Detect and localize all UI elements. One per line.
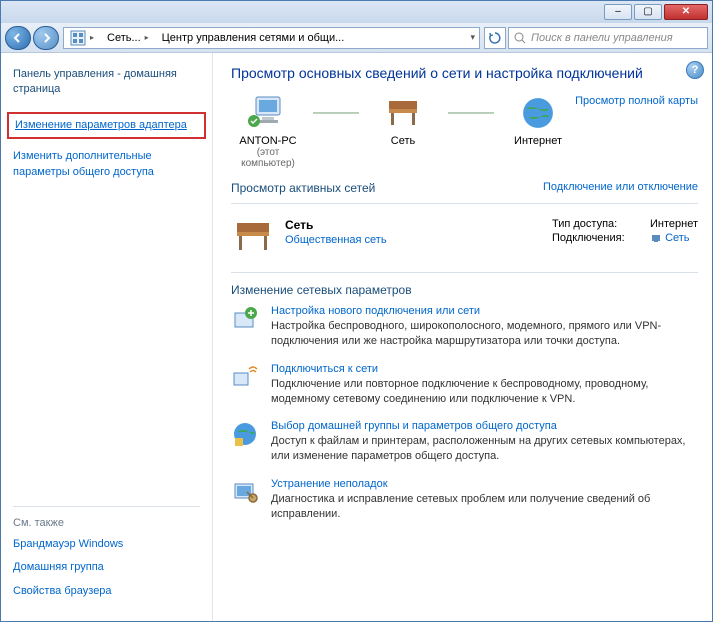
help-button[interactable]: ?	[686, 61, 704, 79]
access-type-value: Интернет	[650, 218, 698, 230]
active-network-type-link[interactable]: Общественная сеть	[285, 234, 387, 246]
address-bar[interactable]: ▸ Сеть... ▸ Центр управления сетями и об…	[63, 27, 480, 49]
section-active-networks: Подключение или отключение Просмотр акти…	[231, 181, 698, 195]
netmap-connection-line: ———	[313, 95, 358, 131]
sidebar-link-adapter-settings[interactable]: Изменение параметров адаптера	[15, 118, 198, 133]
settings-desc: Диагностика и исправление сетевых пробле…	[271, 492, 698, 522]
seealso-title: См. также	[13, 517, 200, 529]
settings-desc: Доступ к файлам и принтерам, расположенн…	[271, 434, 698, 464]
netmap-this-pc[interactable]: ANTON-PC (этот компьютер)	[231, 95, 305, 169]
netmap-connection-line: ———	[448, 95, 493, 131]
netmap-network-label: Сеть	[366, 135, 440, 147]
breadcrumb-network[interactable]: Сеть... ▸	[101, 28, 156, 48]
globe-icon	[520, 95, 556, 131]
netmap-network[interactable]: Сеть	[366, 95, 440, 147]
sidebar: Панель управления - домашняя страница Из…	[1, 53, 213, 621]
seealso-homegroup[interactable]: Домашняя группа	[13, 560, 200, 575]
window: – ▢ ✕ ▸ Сеть... ▸ Центр упра	[0, 0, 713, 622]
content: Панель управления - домашняя страница Из…	[1, 53, 712, 621]
settings-item-homegroup: Выбор домашней группы и параметров общег…	[231, 420, 698, 464]
section-network-settings: Изменение сетевых параметров	[231, 283, 698, 297]
settings-link[interactable]: Подключиться к сети	[271, 363, 698, 375]
breadcrumb-label: Сеть...	[107, 32, 141, 44]
link-full-map[interactable]: Просмотр полной карты	[575, 95, 698, 107]
active-network-name: Сеть	[285, 218, 313, 232]
search-icon	[513, 31, 527, 45]
active-network-row: Сеть Общественная сеть Тип доступа: Инте…	[231, 212, 698, 264]
control-panel-icon	[70, 30, 86, 46]
page-title: Просмотр основных сведений о сети и наст…	[231, 65, 698, 81]
netmap-internet[interactable]: Интернет	[501, 95, 575, 147]
bench-icon	[383, 95, 423, 131]
breadcrumb-label: Центр управления сетями и общи...	[162, 32, 345, 44]
refresh-button[interactable]	[484, 27, 506, 49]
troubleshoot-icon	[231, 478, 259, 506]
settings-desc: Настройка беспроводного, широкополосного…	[271, 319, 698, 349]
settings-item-troubleshoot: Устранение неполадок Диагностика и испра…	[231, 478, 698, 522]
settings-item-new-connection: Настройка нового подключения или сети На…	[231, 305, 698, 349]
arrow-left-icon	[13, 33, 23, 43]
connections-label: Подключения:	[552, 232, 642, 244]
sidebar-link-advanced-sharing[interactable]: Изменить дополнительные параметры общего…	[13, 149, 200, 180]
link-connect-disconnect[interactable]: Подключение или отключение	[543, 181, 698, 193]
settings-desc: Подключение или повторное подключение к …	[271, 377, 698, 407]
bench-icon	[231, 218, 275, 254]
netmap-pc-label: ANTON-PC	[231, 135, 305, 147]
computer-icon	[248, 95, 288, 131]
search-input[interactable]: Поиск в панели управления	[508, 27, 708, 49]
settings-item-connect: Подключиться к сети Подключение или повт…	[231, 363, 698, 407]
divider	[13, 506, 200, 507]
chevron-icon: ▸	[145, 33, 149, 42]
section-title-label: Просмотр активных сетей	[231, 181, 375, 195]
connection-link[interactable]: Сеть	[665, 232, 689, 244]
forward-button[interactable]	[33, 26, 59, 50]
netmap-pc-sublabel: (этот компьютер)	[231, 147, 305, 169]
address-icon-segment[interactable]: ▸	[64, 28, 101, 48]
sidebar-home-link[interactable]: Панель управления - домашняя страница	[13, 67, 200, 98]
new-connection-icon	[231, 305, 259, 333]
netmap-internet-label: Интернет	[501, 135, 575, 147]
titlebar: – ▢ ✕	[1, 1, 712, 23]
refresh-icon	[488, 31, 502, 45]
settings-link[interactable]: Устранение неполадок	[271, 478, 698, 490]
homegroup-icon	[231, 420, 259, 448]
chevron-icon: ▸	[90, 33, 94, 42]
breadcrumb-sharing-center[interactable]: Центр управления сетями и общи...	[156, 28, 352, 48]
main-panel: ? Просмотр основных сведений о сети и на…	[213, 53, 712, 621]
divider	[231, 272, 698, 273]
search-placeholder: Поиск в панели управления	[531, 32, 673, 44]
minimize-button[interactable]: –	[604, 4, 632, 20]
connect-network-icon	[231, 363, 259, 391]
sidebar-seealso: См. также Брандмауэр Windows Домашняя гр…	[13, 492, 200, 607]
ethernet-icon	[650, 232, 662, 244]
settings-list: Настройка нового подключения или сети На…	[231, 305, 698, 522]
settings-link[interactable]: Настройка нового подключения или сети	[271, 305, 698, 317]
navbar: ▸ Сеть... ▸ Центр управления сетями и об…	[1, 23, 712, 53]
network-map: ANTON-PC (этот компьютер) ——— Сеть ———	[231, 95, 575, 169]
sidebar-highlighted-box: Изменение параметров адаптера	[7, 112, 206, 139]
back-button[interactable]	[5, 26, 31, 50]
seealso-firewall[interactable]: Брандмауэр Windows	[13, 537, 200, 552]
access-type-label: Тип доступа:	[552, 218, 642, 230]
close-button[interactable]: ✕	[664, 4, 708, 20]
divider	[231, 203, 698, 204]
settings-link[interactable]: Выбор домашней группы и параметров общег…	[271, 420, 698, 432]
seealso-browser-props[interactable]: Свойства браузера	[13, 584, 200, 599]
address-dropdown[interactable]: ▾	[466, 32, 479, 43]
arrow-right-icon	[41, 33, 51, 43]
maximize-button[interactable]: ▢	[634, 4, 662, 20]
